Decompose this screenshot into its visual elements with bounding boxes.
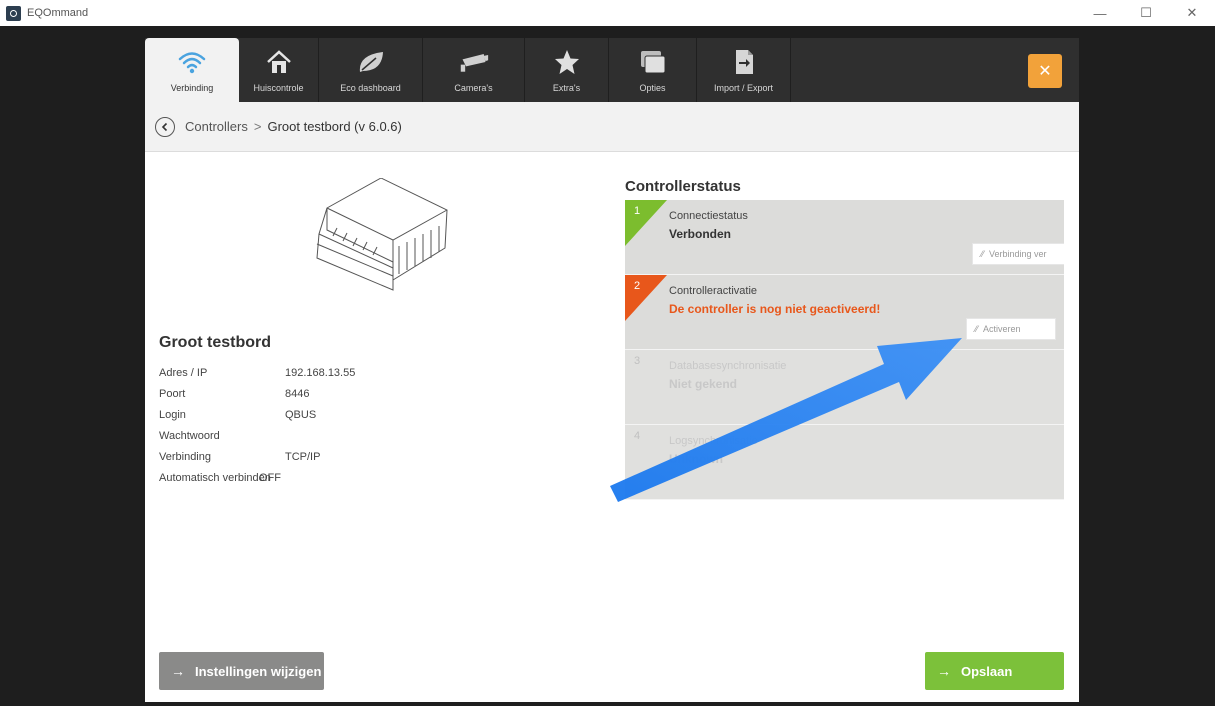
- main-navbar: Verbinding Huiscontrole Eco dashboard Ca…: [145, 38, 1079, 102]
- status-step-log-sync: 4 Logsynchronisatie Unknown: [625, 425, 1064, 500]
- controller-status-list: 1 Connectiestatus Verbonden ⁄⁄ Verbindin…: [625, 200, 1064, 500]
- controller-status-title: Controllerstatus: [625, 178, 741, 195]
- save-button[interactable]: → Opslaan: [925, 652, 1064, 690]
- maximize-button[interactable]: ☐: [1123, 0, 1169, 26]
- tab-eco-dashboard-label: Eco dashboard: [340, 83, 401, 93]
- window-title: EQOmmand: [27, 7, 89, 19]
- minimize-button[interactable]: —: [1077, 0, 1123, 26]
- change-settings-label: Instellingen wijzigen: [195, 663, 322, 679]
- property-row: Adres / IP 192.168.13.55: [159, 362, 355, 383]
- windows-icon: [638, 47, 668, 77]
- window-titlebar: EQOmmand — ☐ ✕: [0, 0, 1215, 26]
- arrow-right-icon: →: [171, 663, 185, 679]
- property-row: Verbinding TCP/IP: [159, 446, 355, 467]
- close-button[interactable]: ✕: [1028, 54, 1062, 88]
- wifi-icon: [177, 47, 207, 77]
- tab-extras[interactable]: Extra's: [525, 38, 609, 102]
- property-key: Login: [159, 408, 186, 421]
- tab-huiscontrole-label: Huiscontrole: [253, 83, 304, 93]
- breadcrumb-current: Groot testbord (v 6.0.6): [267, 119, 402, 134]
- tab-extras-label: Extra's: [552, 83, 581, 93]
- plug-icon: ⁄⁄: [975, 324, 979, 334]
- step-value: Niet gekend: [669, 377, 738, 391]
- close-window-button[interactable]: ✕: [1169, 0, 1215, 26]
- step-label: Databasesynchronisatie: [669, 360, 787, 372]
- step-number: 3: [634, 355, 641, 367]
- step-number: 2: [634, 280, 641, 292]
- property-value: 8446: [285, 387, 310, 400]
- step-label: Controlleractivatie: [669, 285, 758, 297]
- breadcrumb: Controllers > Groot testbord (v 6.0.6): [145, 102, 1079, 152]
- activate-button[interactable]: ⁄⁄ Activeren: [966, 318, 1056, 340]
- tab-opties[interactable]: Opties: [609, 38, 697, 102]
- status-indicator-ok: [625, 200, 667, 246]
- step-value: Unknown: [669, 452, 723, 466]
- property-value: 192.168.13.55: [285, 366, 356, 379]
- change-settings-button[interactable]: → Instellingen wijzigen: [159, 652, 324, 690]
- step-value-error: De controller is nog niet geactiveerd!: [669, 302, 881, 316]
- status-indicator-error: [625, 275, 667, 321]
- property-value: TCP/IP: [285, 450, 321, 463]
- property-row: Login QBUS: [159, 404, 355, 425]
- tab-verbinding[interactable]: Verbinding: [145, 38, 239, 102]
- back-button[interactable]: [155, 116, 175, 137]
- property-key: Adres / IP: [159, 366, 208, 379]
- property-key: Verbinding: [159, 450, 211, 463]
- tab-cameras-label: Camera's: [454, 83, 493, 93]
- property-value: QBUS: [285, 408, 317, 421]
- breadcrumb-controllers-link[interactable]: Controllers: [185, 119, 248, 134]
- activate-button-label: Activeren: [983, 324, 1021, 334]
- property-row: Poort 8446: [159, 383, 355, 404]
- step-number: 4: [634, 430, 641, 442]
- arrow-right-icon: →: [937, 663, 951, 679]
- chevron-left-icon: [161, 122, 168, 131]
- import-export-icon: [729, 47, 759, 77]
- app-window: Verbinding Huiscontrole Eco dashboard Ca…: [145, 38, 1079, 702]
- tab-huiscontrole[interactable]: Huiscontrole: [239, 38, 319, 102]
- step-label: Logsynchronisatie: [669, 435, 758, 447]
- property-key: Wachtwoord: [159, 429, 220, 442]
- property-row: Automatisch verbinden OFF: [159, 467, 355, 488]
- status-step-activation: 2 Controlleractivatie De controller is n…: [625, 275, 1064, 350]
- leaf-icon: [356, 47, 386, 77]
- tab-verbinding-label: Verbinding: [170, 83, 214, 93]
- step-label: Connectiestatus: [669, 210, 748, 222]
- status-step-database-sync: 3 Databasesynchronisatie Niet gekend: [625, 350, 1064, 425]
- status-step-connection: 1 Connectiestatus Verbonden ⁄⁄ Verbindin…: [625, 200, 1064, 275]
- tab-import-export-label: Import / Export: [713, 83, 774, 93]
- tab-cameras[interactable]: Camera's: [423, 38, 525, 102]
- step-value: Verbonden: [669, 227, 732, 241]
- property-value: OFF: [259, 471, 281, 484]
- tab-eco-dashboard[interactable]: Eco dashboard: [319, 38, 423, 102]
- tab-import-export[interactable]: Import / Export: [697, 38, 791, 102]
- disconnect-button-label: Verbinding ver: [989, 249, 1047, 259]
- star-icon: [552, 47, 582, 77]
- app-logo-icon: [6, 5, 21, 21]
- device-properties: Adres / IP 192.168.13.55 Poort 8446 Logi…: [159, 362, 355, 488]
- device-name: Groot testbord: [159, 334, 271, 351]
- window-controls: — ☐ ✕: [1077, 0, 1215, 26]
- camera-icon: [459, 47, 489, 77]
- controller-device-image: [316, 178, 448, 291]
- disconnect-button[interactable]: ⁄⁄ Verbinding ver: [972, 243, 1064, 265]
- property-row: Wachtwoord: [159, 425, 355, 446]
- house-icon: [264, 47, 294, 77]
- step-number: 1: [634, 205, 641, 217]
- property-key: Poort: [159, 387, 186, 400]
- tab-opties-label: Opties: [639, 83, 666, 93]
- plug-icon: ⁄⁄: [981, 249, 985, 259]
- save-button-label: Opslaan: [961, 663, 1013, 679]
- breadcrumb-separator: >: [253, 119, 262, 134]
